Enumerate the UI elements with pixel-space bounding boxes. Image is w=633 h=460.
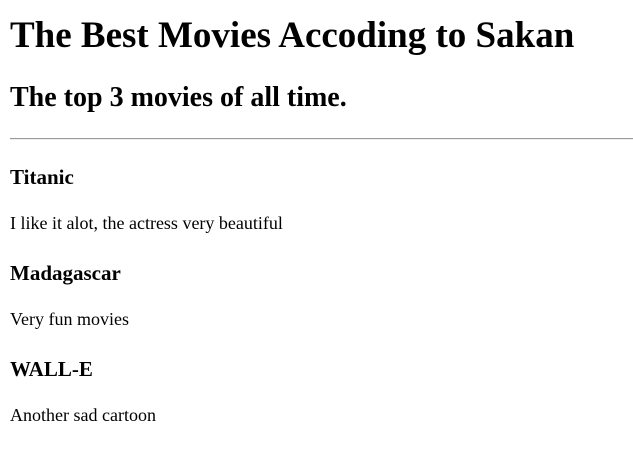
- movie-title: Madagascar: [10, 261, 121, 285]
- movie-list: Titanic I like it alot, the actress very…: [10, 164, 633, 426]
- page-subtitle: The top 3 movies of all time.: [10, 82, 347, 113]
- movie-review: Another sad cartoon: [10, 405, 156, 425]
- movie-review: Very fun movies: [10, 309, 129, 329]
- movie-review: I like it alot, the actress very beautif…: [10, 213, 283, 233]
- page-title: The Best Movies Accoding to Sakan: [10, 15, 575, 56]
- movie-title: Titanic: [10, 165, 74, 189]
- divider: [10, 138, 633, 140]
- movie-item-titanic: Titanic I like it alot, the actress very…: [10, 164, 633, 234]
- movie-item-wall-e: WALL-E Another sad cartoon: [10, 356, 633, 426]
- movie-title: WALL-E: [10, 357, 93, 381]
- movie-item-madagascar: Madagascar Very fun movies: [10, 260, 633, 330]
